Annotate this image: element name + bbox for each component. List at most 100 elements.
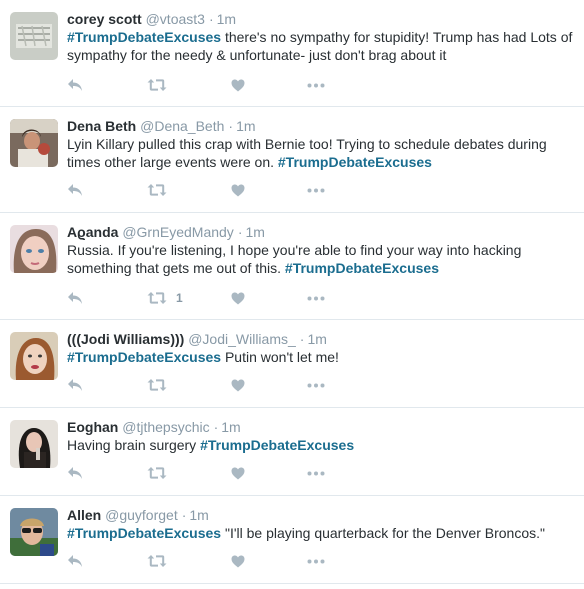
handle[interactable]: @vtoast3 — [146, 11, 205, 27]
tweet[interactable]: Allen @guyforget · 1m #TrumpDebateExcuses … — [0, 496, 584, 584]
more-button[interactable] — [307, 552, 325, 570]
tweet-header: Dena Beth @Dena_Beth · 1m — [67, 117, 574, 135]
display-name[interactable]: Eoghan — [67, 419, 118, 435]
retweet-icon — [147, 291, 167, 305]
tweet-text: #TrumpDebateExcuses Putin won't let me! — [67, 348, 574, 366]
more-button[interactable] — [307, 181, 325, 199]
hashtag-link[interactable]: #TrumpDebateExcuses — [67, 525, 221, 541]
handle[interactable]: @tjthepsychic — [122, 419, 209, 435]
display-name[interactable]: Allen — [67, 507, 101, 523]
hashtag-link[interactable]: #TrumpDebateExcuses — [285, 260, 439, 276]
tweet-text-segment: "I'll be playing quarterback for the Den… — [221, 525, 545, 541]
tweet-text: Lyin Killary pulled this crap with Berni… — [67, 135, 574, 171]
tweet-text: Russia. If you're listening, I hope you'… — [67, 241, 574, 277]
avatar[interactable] — [10, 119, 58, 167]
reply-button[interactable] — [67, 76, 83, 94]
more-button[interactable] — [307, 289, 325, 307]
avatar[interactable] — [10, 332, 58, 380]
tweet-actions — [67, 464, 367, 482]
like-button[interactable] — [231, 552, 245, 570]
tweet-actions — [67, 376, 367, 394]
more-icon — [307, 471, 325, 476]
reply-icon — [67, 466, 83, 480]
more-icon — [307, 83, 325, 88]
more-button[interactable] — [307, 376, 325, 394]
tweet-text: #TrumpDebateExcuses "I'll be playing qua… — [67, 524, 574, 542]
more-button[interactable] — [307, 464, 325, 482]
handle[interactable]: @GrnEyedMandy — [122, 224, 233, 240]
retweet-icon — [147, 183, 167, 197]
tweet[interactable]: Eoghan @tjthepsychic · 1m Having brain sur… — [0, 408, 584, 496]
reply-button[interactable] — [67, 464, 83, 482]
retweet-icon — [147, 466, 167, 480]
hashtag-link[interactable]: #TrumpDebateExcuses — [67, 349, 221, 365]
retweet-count: 1 — [176, 291, 183, 305]
tweet[interactable]: Aϱanda @GrnEyedMandy · 1m Russia. If you'r… — [0, 213, 584, 320]
tweet-actions — [67, 76, 367, 94]
like-button[interactable] — [231, 181, 245, 199]
display-name[interactable]: Aϱanda — [67, 224, 118, 240]
handle[interactable]: @guyforget — [105, 507, 178, 523]
tweet-header: corey scott @vtoast3 · 1m — [67, 10, 574, 28]
reply-icon — [67, 183, 83, 197]
retweet-icon — [147, 78, 167, 92]
retweet-button[interactable] — [147, 376, 176, 394]
heart-icon — [231, 555, 245, 568]
tweet[interactable]: (((Jodi Williams))) @Jodi_Williams_ · 1m #… — [0, 320, 584, 408]
display-name[interactable]: Dena Beth — [67, 118, 136, 134]
tweet-actions — [67, 181, 367, 199]
retweet-button[interactable] — [147, 181, 176, 199]
retweet-icon — [147, 378, 167, 392]
tweet-text: Having brain surgery #TrumpDebateExcuses — [67, 436, 574, 454]
more-icon — [307, 188, 325, 193]
heart-icon — [231, 467, 245, 480]
tweet-text-segment: Putin won't let me! — [221, 349, 339, 365]
tweet-feed: corey scott @vtoast3 · 1m #TrumpDebateExcu… — [0, 0, 584, 584]
tweet[interactable]: Dena Beth @Dena_Beth · 1m Lyin Killary pul… — [0, 107, 584, 213]
like-button[interactable] — [231, 289, 245, 307]
handle[interactable]: @Dena_Beth — [140, 118, 224, 134]
tweet[interactable]: corey scott @vtoast3 · 1m #TrumpDebateExcu… — [0, 0, 584, 107]
avatar[interactable] — [10, 420, 58, 468]
timestamp[interactable]: 1m — [236, 118, 255, 134]
tweet-text: #TrumpDebateExcuses there's no sympathy … — [67, 28, 574, 64]
like-button[interactable] — [231, 464, 245, 482]
separator-dot: · — [299, 331, 305, 347]
timestamp[interactable]: 1m — [221, 419, 240, 435]
heart-icon — [231, 292, 245, 305]
handle[interactable]: @Jodi_Williams_ — [188, 331, 296, 347]
timestamp[interactable]: 1m — [245, 224, 264, 240]
tweet-header: Aϱanda @GrnEyedMandy · 1m — [67, 223, 574, 241]
retweet-button[interactable] — [147, 76, 176, 94]
like-button[interactable] — [231, 76, 245, 94]
hashtag-link[interactable]: #TrumpDebateExcuses — [278, 154, 432, 170]
display-name[interactable]: corey scott — [67, 11, 142, 27]
reply-button[interactable] — [67, 376, 83, 394]
like-button[interactable] — [231, 376, 245, 394]
retweet-button[interactable] — [147, 552, 176, 570]
heart-icon — [231, 79, 245, 92]
reply-button[interactable] — [67, 289, 83, 307]
display-name[interactable]: (((Jodi Williams))) — [67, 331, 184, 347]
timestamp[interactable]: 1m — [189, 507, 208, 523]
avatar[interactable] — [10, 225, 58, 273]
separator-dot: · — [228, 118, 234, 134]
hashtag-link[interactable]: #TrumpDebateExcuses — [67, 29, 221, 45]
retweet-button[interactable] — [147, 464, 176, 482]
hashtag-link[interactable]: #TrumpDebateExcuses — [200, 437, 354, 453]
heart-icon — [231, 184, 245, 197]
more-icon — [307, 296, 325, 301]
retweet-button[interactable]: 1 — [147, 289, 183, 307]
timestamp[interactable]: 1m — [217, 11, 236, 27]
timestamp[interactable]: 1m — [307, 331, 326, 347]
reply-icon — [67, 554, 83, 568]
more-button[interactable] — [307, 76, 325, 94]
separator-dot: · — [181, 507, 187, 523]
reply-button[interactable] — [67, 552, 83, 570]
reply-button[interactable] — [67, 181, 83, 199]
avatar[interactable] — [10, 12, 58, 60]
avatar[interactable] — [10, 508, 58, 556]
separator-dot: · — [208, 11, 214, 27]
tweet-header: Eoghan @tjthepsychic · 1m — [67, 418, 574, 436]
reply-icon — [67, 78, 83, 92]
